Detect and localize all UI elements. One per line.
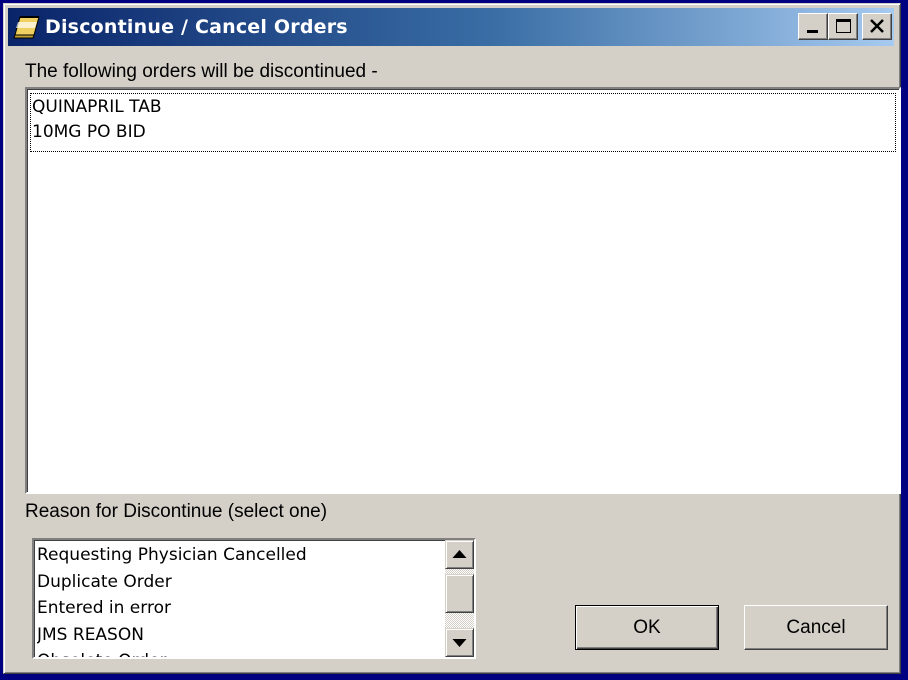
orders-list[interactable]: QUINAPRIL TAB 10MG PO BID xyxy=(25,87,901,494)
cancel-button[interactable]: Cancel xyxy=(744,605,888,650)
maximize-button[interactable] xyxy=(828,13,858,40)
reason-option[interactable]: Obsolete Order xyxy=(37,648,442,657)
window-controls xyxy=(798,13,892,40)
close-button[interactable] xyxy=(862,13,892,40)
reason-option[interactable]: Duplicate Order xyxy=(37,569,442,596)
order-drug-name: QUINAPRIL TAB xyxy=(32,97,162,117)
discontinue-dialog: Discontinue / Cancel Orders The followin… xyxy=(3,3,901,674)
reason-scrollbar[interactable] xyxy=(445,540,474,657)
reason-option[interactable]: Requesting Physician Cancelled xyxy=(37,542,442,569)
reason-option[interactable]: Entered in error xyxy=(37,595,442,622)
reason-option[interactable]: JMS REASON xyxy=(37,622,442,649)
maximize-icon xyxy=(836,19,851,33)
scroll-down-button[interactable] xyxy=(445,628,474,657)
close-icon xyxy=(870,19,884,33)
title-bar[interactable]: Discontinue / Cancel Orders xyxy=(8,8,894,46)
notepad-icon xyxy=(13,16,40,39)
scroll-thumb[interactable] xyxy=(445,574,474,613)
minimize-button[interactable] xyxy=(798,13,828,40)
order-dose-schedule: 10MG PO BID xyxy=(32,122,146,142)
window-title: Discontinue / Cancel Orders xyxy=(45,16,348,38)
order-item[interactable]: QUINAPRIL TAB 10MG PO BID xyxy=(30,93,896,152)
reason-label: Reason for Discontinue (select one) xyxy=(25,501,328,522)
reason-options: Requesting Physician Cancelled Duplicate… xyxy=(37,542,442,657)
arrow-up-icon xyxy=(452,550,467,558)
scroll-up-button[interactable] xyxy=(445,540,474,569)
reason-listbox[interactable]: Requesting Physician Cancelled Duplicate… xyxy=(32,538,476,659)
minimize-icon xyxy=(807,30,818,33)
orders-label: The following orders will be discontinue… xyxy=(25,61,378,82)
arrow-down-icon xyxy=(452,639,467,647)
ok-button[interactable]: OK xyxy=(575,605,719,650)
